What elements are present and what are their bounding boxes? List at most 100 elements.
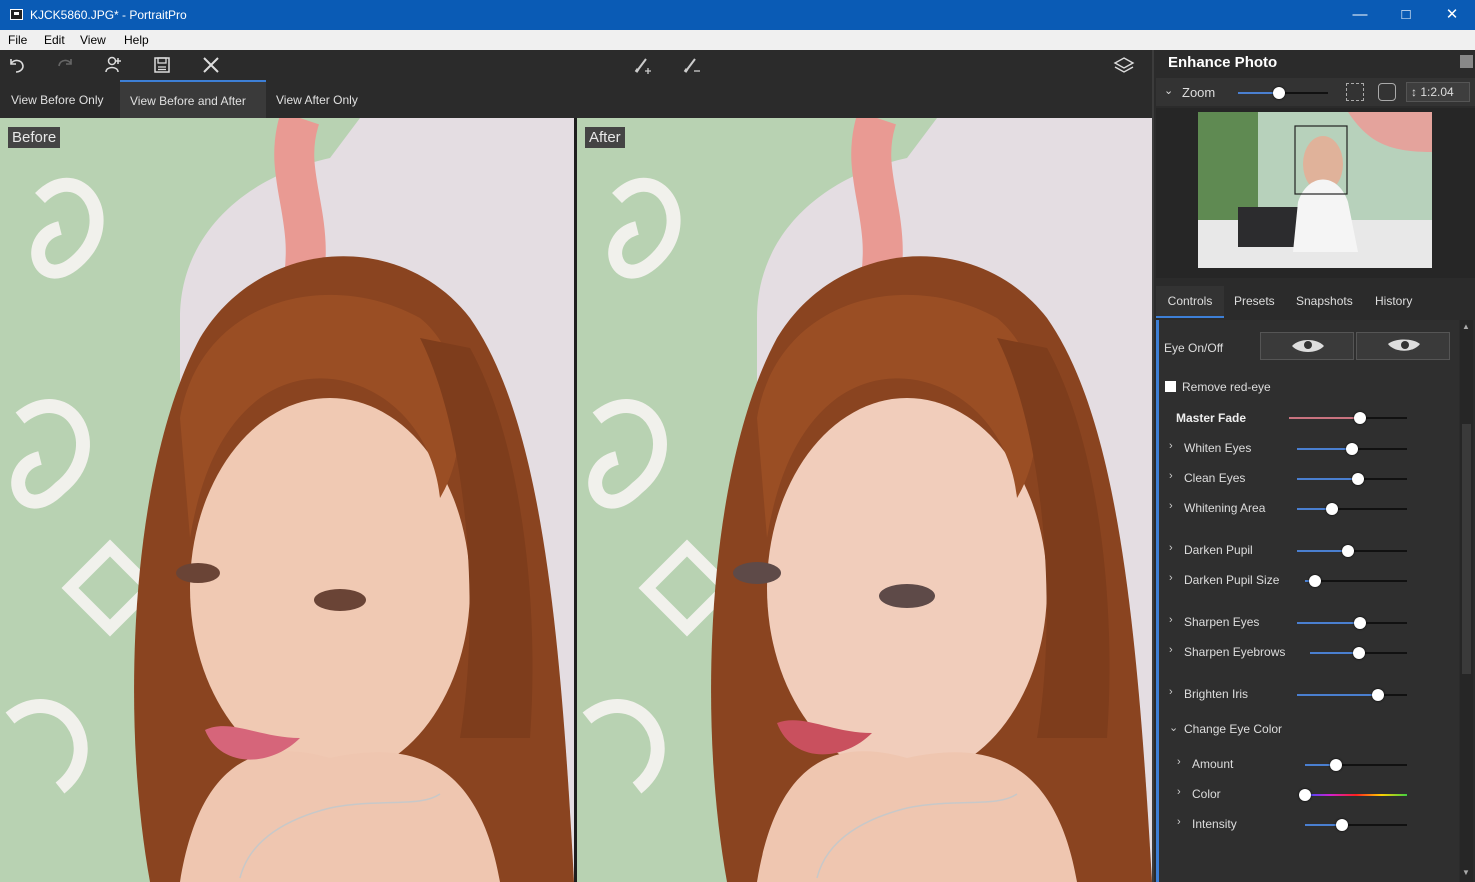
menu-file[interactable]: File	[8, 33, 27, 47]
slider-fill	[1310, 652, 1359, 654]
slider-fill	[1297, 448, 1352, 450]
menu-bar: File Edit View Help	[0, 30, 1475, 50]
tab-view-after-only[interactable]: View After Only	[266, 80, 368, 118]
brush-subtract-button[interactable]	[675, 50, 709, 80]
slider-label-sharpen-eyes: Sharpen Eyes	[1184, 615, 1260, 629]
chevron-right-icon[interactable]: ›	[1169, 542, 1173, 554]
after-label: After	[585, 127, 625, 148]
slider-knob[interactable]	[1335, 819, 1348, 831]
after-photo[interactable]: After	[577, 118, 1152, 882]
chevron-right-icon[interactable]: ›	[1169, 644, 1173, 656]
chevron-right-icon[interactable]: ›	[1177, 756, 1181, 768]
chevron-right-icon[interactable]: ›	[1169, 614, 1173, 626]
slider-color[interactable]	[1299, 789, 1407, 801]
title-bar: KJCK5860.JPG* - PortraitPro — □ ✕	[0, 0, 1475, 30]
slider-whiten-eyes[interactable]	[1297, 443, 1407, 455]
undo-button[interactable]	[0, 50, 34, 80]
controls-panel: Eye On/Off Remove red-eye Master Fade › W…	[1156, 320, 1459, 882]
toolbar	[0, 50, 1152, 80]
after-portrait-image	[577, 118, 1152, 882]
undock-panel-icon[interactable]	[1460, 55, 1473, 68]
chevron-down-icon[interactable]: ⌄	[1169, 721, 1178, 734]
close-window-button[interactable]: ✕	[1429, 0, 1475, 30]
layers-icon	[1113, 57, 1135, 73]
undo-icon	[10, 59, 24, 73]
slider-knob[interactable]	[1341, 545, 1354, 557]
add-person-button[interactable]	[96, 50, 130, 80]
app-icon	[10, 9, 23, 20]
minimize-button[interactable]: —	[1337, 0, 1383, 30]
before-photo[interactable]: Before	[0, 118, 574, 882]
slider-brighten-iris[interactable]	[1297, 689, 1407, 701]
chevron-right-icon[interactable]: ›	[1169, 572, 1173, 584]
slider-label-intensity: Intensity	[1192, 817, 1237, 831]
slider-knob[interactable]	[1309, 575, 1322, 587]
tab-controls[interactable]: Controls	[1156, 286, 1224, 318]
slider-sharpen-eyes[interactable]	[1297, 617, 1407, 629]
navigator-thumbnail[interactable]	[1198, 112, 1432, 268]
zoom-value-spin-icon: ↕	[1411, 85, 1421, 99]
menu-view[interactable]: View	[80, 33, 106, 47]
slider-sharpen-eyebrows[interactable]	[1310, 647, 1407, 659]
tab-history[interactable]: History	[1367, 286, 1420, 318]
zoom-label: Zoom	[1182, 85, 1216, 100]
slider-knob[interactable]	[1353, 617, 1366, 629]
maximize-button[interactable]: □	[1383, 0, 1429, 30]
slider-label-whitening-area: Whitening Area	[1184, 501, 1266, 515]
chevron-right-icon[interactable]: ›	[1169, 500, 1173, 512]
slider-knob[interactable]	[1299, 789, 1311, 801]
redo-button[interactable]	[48, 50, 82, 80]
chevron-right-icon[interactable]: ›	[1169, 470, 1173, 482]
slider-label-amount: Amount	[1192, 757, 1234, 771]
slider-darken-pupil-size[interactable]	[1305, 575, 1407, 587]
window-title: KJCK5860.JPG* - PortraitPro	[30, 8, 187, 22]
scrollbar-thumb[interactable]	[1462, 424, 1471, 674]
zoom-value: 1:2.04	[1420, 85, 1454, 99]
redo-icon	[58, 59, 72, 67]
slider-knob[interactable]	[1346, 443, 1358, 455]
save-icon	[154, 57, 170, 73]
slider-fill	[1297, 478, 1358, 480]
chevron-right-icon[interactable]: ›	[1177, 816, 1181, 828]
slider-fill	[1297, 694, 1379, 696]
before-portrait-image	[0, 118, 574, 882]
slider-knob[interactable]	[1329, 759, 1342, 771]
slider-fill	[1297, 550, 1348, 552]
slider-knob[interactable]	[1351, 473, 1364, 485]
chevron-down-icon[interactable]: ⌄	[1164, 84, 1173, 97]
slider-darken-pupil[interactable]	[1297, 545, 1407, 557]
chevron-right-icon[interactable]: ›	[1177, 786, 1181, 798]
brush-add-button[interactable]	[626, 50, 660, 80]
menu-edit[interactable]: Edit	[44, 33, 65, 47]
tab-presets[interactable]: Presets	[1226, 286, 1283, 318]
navigator-thumbnail-image	[1198, 112, 1432, 268]
chevron-right-icon[interactable]: ›	[1169, 686, 1173, 698]
tab-view-before-and-after[interactable]: View Before and After	[120, 80, 266, 118]
scroll-down-icon[interactable]: ▼	[1462, 868, 1470, 877]
layers-button[interactable]	[1106, 50, 1140, 80]
slider-label-sharpen-eyebrows: Sharpen Eyebrows	[1184, 645, 1286, 659]
brush-add-icon	[634, 58, 651, 74]
slider-knob[interactable]	[1326, 503, 1339, 515]
scroll-up-icon[interactable]: ▲	[1462, 322, 1470, 331]
slider-amount[interactable]	[1305, 759, 1407, 771]
brush-subtract-icon	[683, 58, 700, 73]
close-image-button[interactable]	[194, 50, 228, 80]
slider-intensity[interactable]	[1305, 819, 1407, 831]
tab-view-before-only[interactable]: View Before Only	[1, 80, 114, 118]
menu-help[interactable]: Help	[124, 33, 149, 47]
face-zoom-icon[interactable]	[1378, 83, 1396, 101]
zoom-slider-knob[interactable]	[1272, 87, 1285, 99]
slider-knob[interactable]	[1352, 647, 1365, 659]
slider-knob[interactable]	[1372, 689, 1385, 701]
chevron-right-icon[interactable]: ›	[1169, 440, 1173, 452]
save-button[interactable]	[145, 50, 179, 80]
slider-clean-eyes[interactable]	[1297, 473, 1407, 485]
fit-icon[interactable]	[1346, 83, 1364, 101]
zoom-value-field[interactable]: ↕ 1:2.04	[1406, 82, 1470, 102]
controls-scrollbar[interactable]: ▲ ▼	[1460, 320, 1473, 882]
zoom-slider[interactable]	[1238, 87, 1328, 99]
slider-whitening-area[interactable]	[1297, 503, 1407, 515]
slider-label-change-eye-color: Change Eye Color	[1184, 722, 1283, 736]
tab-snapshots[interactable]: Snapshots	[1288, 286, 1361, 318]
